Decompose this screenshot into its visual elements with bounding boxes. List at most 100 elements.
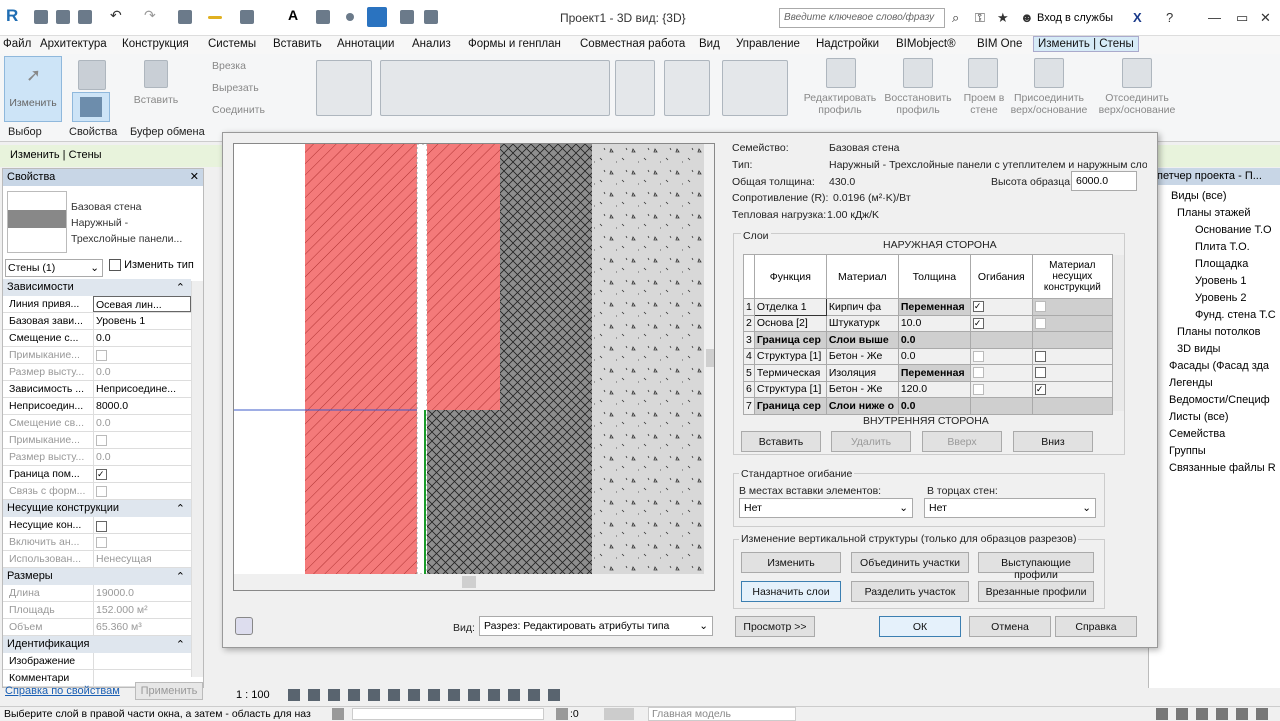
properties-help-link[interactable]: Справка по свойствам (5, 685, 120, 697)
close-icon[interactable]: ✕ (1260, 10, 1271, 26)
close-hidden-icon[interactable] (400, 10, 414, 24)
zoom-icon[interactable] (235, 617, 253, 635)
structural-material-cell[interactable] (1031, 397, 1113, 415)
menu-manage[interactable]: Управление (736, 37, 800, 51)
signin-link[interactable]: Вход в службы (1037, 12, 1113, 24)
browser-item[interactable]: Плита Т.О. (1195, 241, 1250, 253)
wraps-checkbox[interactable]: ✓ (972, 301, 984, 313)
layer-material[interactable]: Слои выше (825, 331, 899, 349)
wraps-checkbox[interactable] (972, 350, 984, 362)
property-value[interactable]: 65.360 м³ (93, 619, 191, 635)
insert-layer-button[interactable]: Вставить (741, 431, 821, 452)
scale-value[interactable]: 1 : 100 (236, 689, 270, 701)
merge-regions-button[interactable]: Объединить участки (851, 552, 969, 573)
create-tools-icon[interactable] (722, 60, 788, 116)
view-tools-icon[interactable] (288, 689, 568, 701)
property-row[interactable]: Длина 19000.0 (3, 585, 191, 602)
property-row[interactable]: Смещение с... 0.0 (3, 330, 191, 347)
property-row[interactable]: Связь с форм... (3, 483, 191, 500)
browser-item[interactable]: Листы (все) (1169, 411, 1229, 423)
browser-item[interactable]: Уровень 1 (1195, 275, 1247, 287)
dimension-icon[interactable] (240, 10, 254, 24)
structural-material-cell[interactable] (1031, 331, 1113, 349)
layer-material[interactable]: Изоляция (825, 364, 899, 382)
property-value[interactable]: Осевая лин... (93, 296, 191, 312)
assign-layers-button[interactable]: Назначить слои (741, 581, 841, 602)
structural-material-cell[interactable] (1031, 364, 1113, 382)
view-select[interactable]: Разрез: Редактировать атрибуты типа ⌄ (479, 616, 713, 636)
browser-item[interactable]: Планы потолков (1177, 326, 1260, 338)
checkbox[interactable]: ✓ (96, 468, 107, 480)
cope-button[interactable]: Врезка (212, 60, 246, 72)
property-value[interactable]: 19000.0 (93, 585, 191, 601)
browser-item[interactable]: Планы этажей (1177, 207, 1251, 219)
preview-button[interactable]: Просмотр >> (735, 616, 815, 637)
selection-tools-icon[interactable] (1156, 708, 1276, 720)
measure-icon[interactable] (208, 16, 222, 19)
layer-function[interactable]: Граница сер (753, 331, 827, 349)
property-value[interactable] (93, 534, 191, 550)
key-icon[interactable]: ⚿ (975, 10, 985, 26)
layer-function[interactable]: Отделка 1 (753, 298, 827, 316)
exchange-icon[interactable]: X (1133, 10, 1142, 25)
property-row[interactable]: Линия привя... Осевая лин... (3, 296, 191, 313)
switch-windows-icon[interactable] (424, 10, 438, 24)
print-icon[interactable] (178, 10, 192, 24)
layer-row[interactable]: 7 Граница сер Слои ниже о 0.0 (743, 397, 1113, 415)
delete-layer-button[interactable]: Удалить (831, 431, 911, 452)
section-icon[interactable] (346, 13, 354, 21)
status-input[interactable] (352, 708, 544, 720)
browser-item[interactable]: Уровень 2 (1195, 292, 1247, 304)
layer-thickness[interactable]: Переменная (897, 364, 971, 382)
property-row[interactable]: Смещение св... 0.0 (3, 415, 191, 432)
structural-checkbox[interactable] (1034, 350, 1046, 362)
browser-item[interactable]: Фасады (Фасад зда (1169, 360, 1269, 372)
menu-view[interactable]: Вид (699, 37, 720, 51)
property-value[interactable] (93, 517, 191, 533)
properties-button[interactable] (72, 92, 110, 122)
wraps-cell[interactable] (969, 380, 1033, 398)
wraps-cell[interactable]: ✓ (969, 298, 1033, 316)
layer-thickness[interactable]: 120.0 (897, 380, 971, 398)
browser-item[interactable]: Связанные файлы R (1169, 462, 1276, 474)
maximize-icon[interactable]: ▭ (1236, 10, 1248, 26)
group-constraints[interactable]: Зависимости ⌃ (3, 279, 191, 296)
type-selector[interactable]: Базовая стена Наружный - Трехслойные панел… (71, 199, 203, 247)
browser-item[interactable]: 3D виды (1177, 343, 1220, 355)
menu-insert[interactable]: Вставить (273, 37, 322, 51)
select-panel-label[interactable]: Выбор (8, 126, 42, 138)
sweeps-button[interactable]: Выступающие профили (978, 552, 1094, 581)
layer-thickness[interactable]: 0.0 (897, 331, 971, 349)
menu-systems[interactable]: Системы (208, 37, 256, 51)
structural-checkbox[interactable]: ✓ (1034, 383, 1046, 395)
menu-collaborate[interactable]: Совместная работа (580, 37, 685, 51)
browser-item[interactable]: Виды (все) (1171, 190, 1227, 202)
redo-icon[interactable]: ↷ (144, 7, 158, 23)
browser-item[interactable]: Фунд. стена Т.С (1195, 309, 1276, 321)
attach-button[interactable]: Присоединить верх/основание (1006, 92, 1092, 116)
reset-profile-button[interactable]: Восстановить профиль (880, 92, 956, 116)
property-value[interactable] (93, 483, 191, 499)
layer-row[interactable]: 4 Структура [1] Бетон - Же 0.0 (743, 347, 1113, 365)
browser-item[interactable]: Площадка (1195, 258, 1248, 270)
property-row[interactable]: Граница пом... ✓ (3, 466, 191, 483)
menu-structure[interactable]: Конструкция (122, 37, 189, 51)
binoculars-icon[interactable]: ⌕ (952, 10, 959, 26)
measure-tools-icon[interactable] (664, 60, 710, 116)
edit-profile-button[interactable]: Редактировать профиль (800, 92, 880, 116)
detach-button[interactable]: Отсоединить верх/основание (1092, 92, 1182, 116)
property-row[interactable]: Несущие кон... (3, 517, 191, 534)
layer-thickness[interactable]: 0.0 (897, 347, 971, 365)
wrap-ends-select[interactable]: Нет ⌄ (924, 498, 1096, 518)
search-input[interactable]: Введите ключевое слово/фразу (779, 8, 945, 28)
property-value[interactable]: 0.0 (93, 449, 191, 465)
structural-material-cell[interactable]: ✓ (1031, 380, 1113, 398)
layer-row[interactable]: 6 Структура [1] Бетон - Же 120.0 ✓ (743, 380, 1113, 398)
close-icon[interactable]: ✕ (190, 170, 199, 183)
menu-addins[interactable]: Надстройки (816, 37, 879, 51)
cancel-button[interactable]: Отмена (969, 616, 1051, 637)
props-scrollbar[interactable] (191, 281, 203, 677)
wraps-cell[interactable]: ✓ (969, 314, 1033, 332)
design-options-icon[interactable] (604, 708, 634, 720)
wraps-checkbox[interactable] (972, 367, 984, 379)
